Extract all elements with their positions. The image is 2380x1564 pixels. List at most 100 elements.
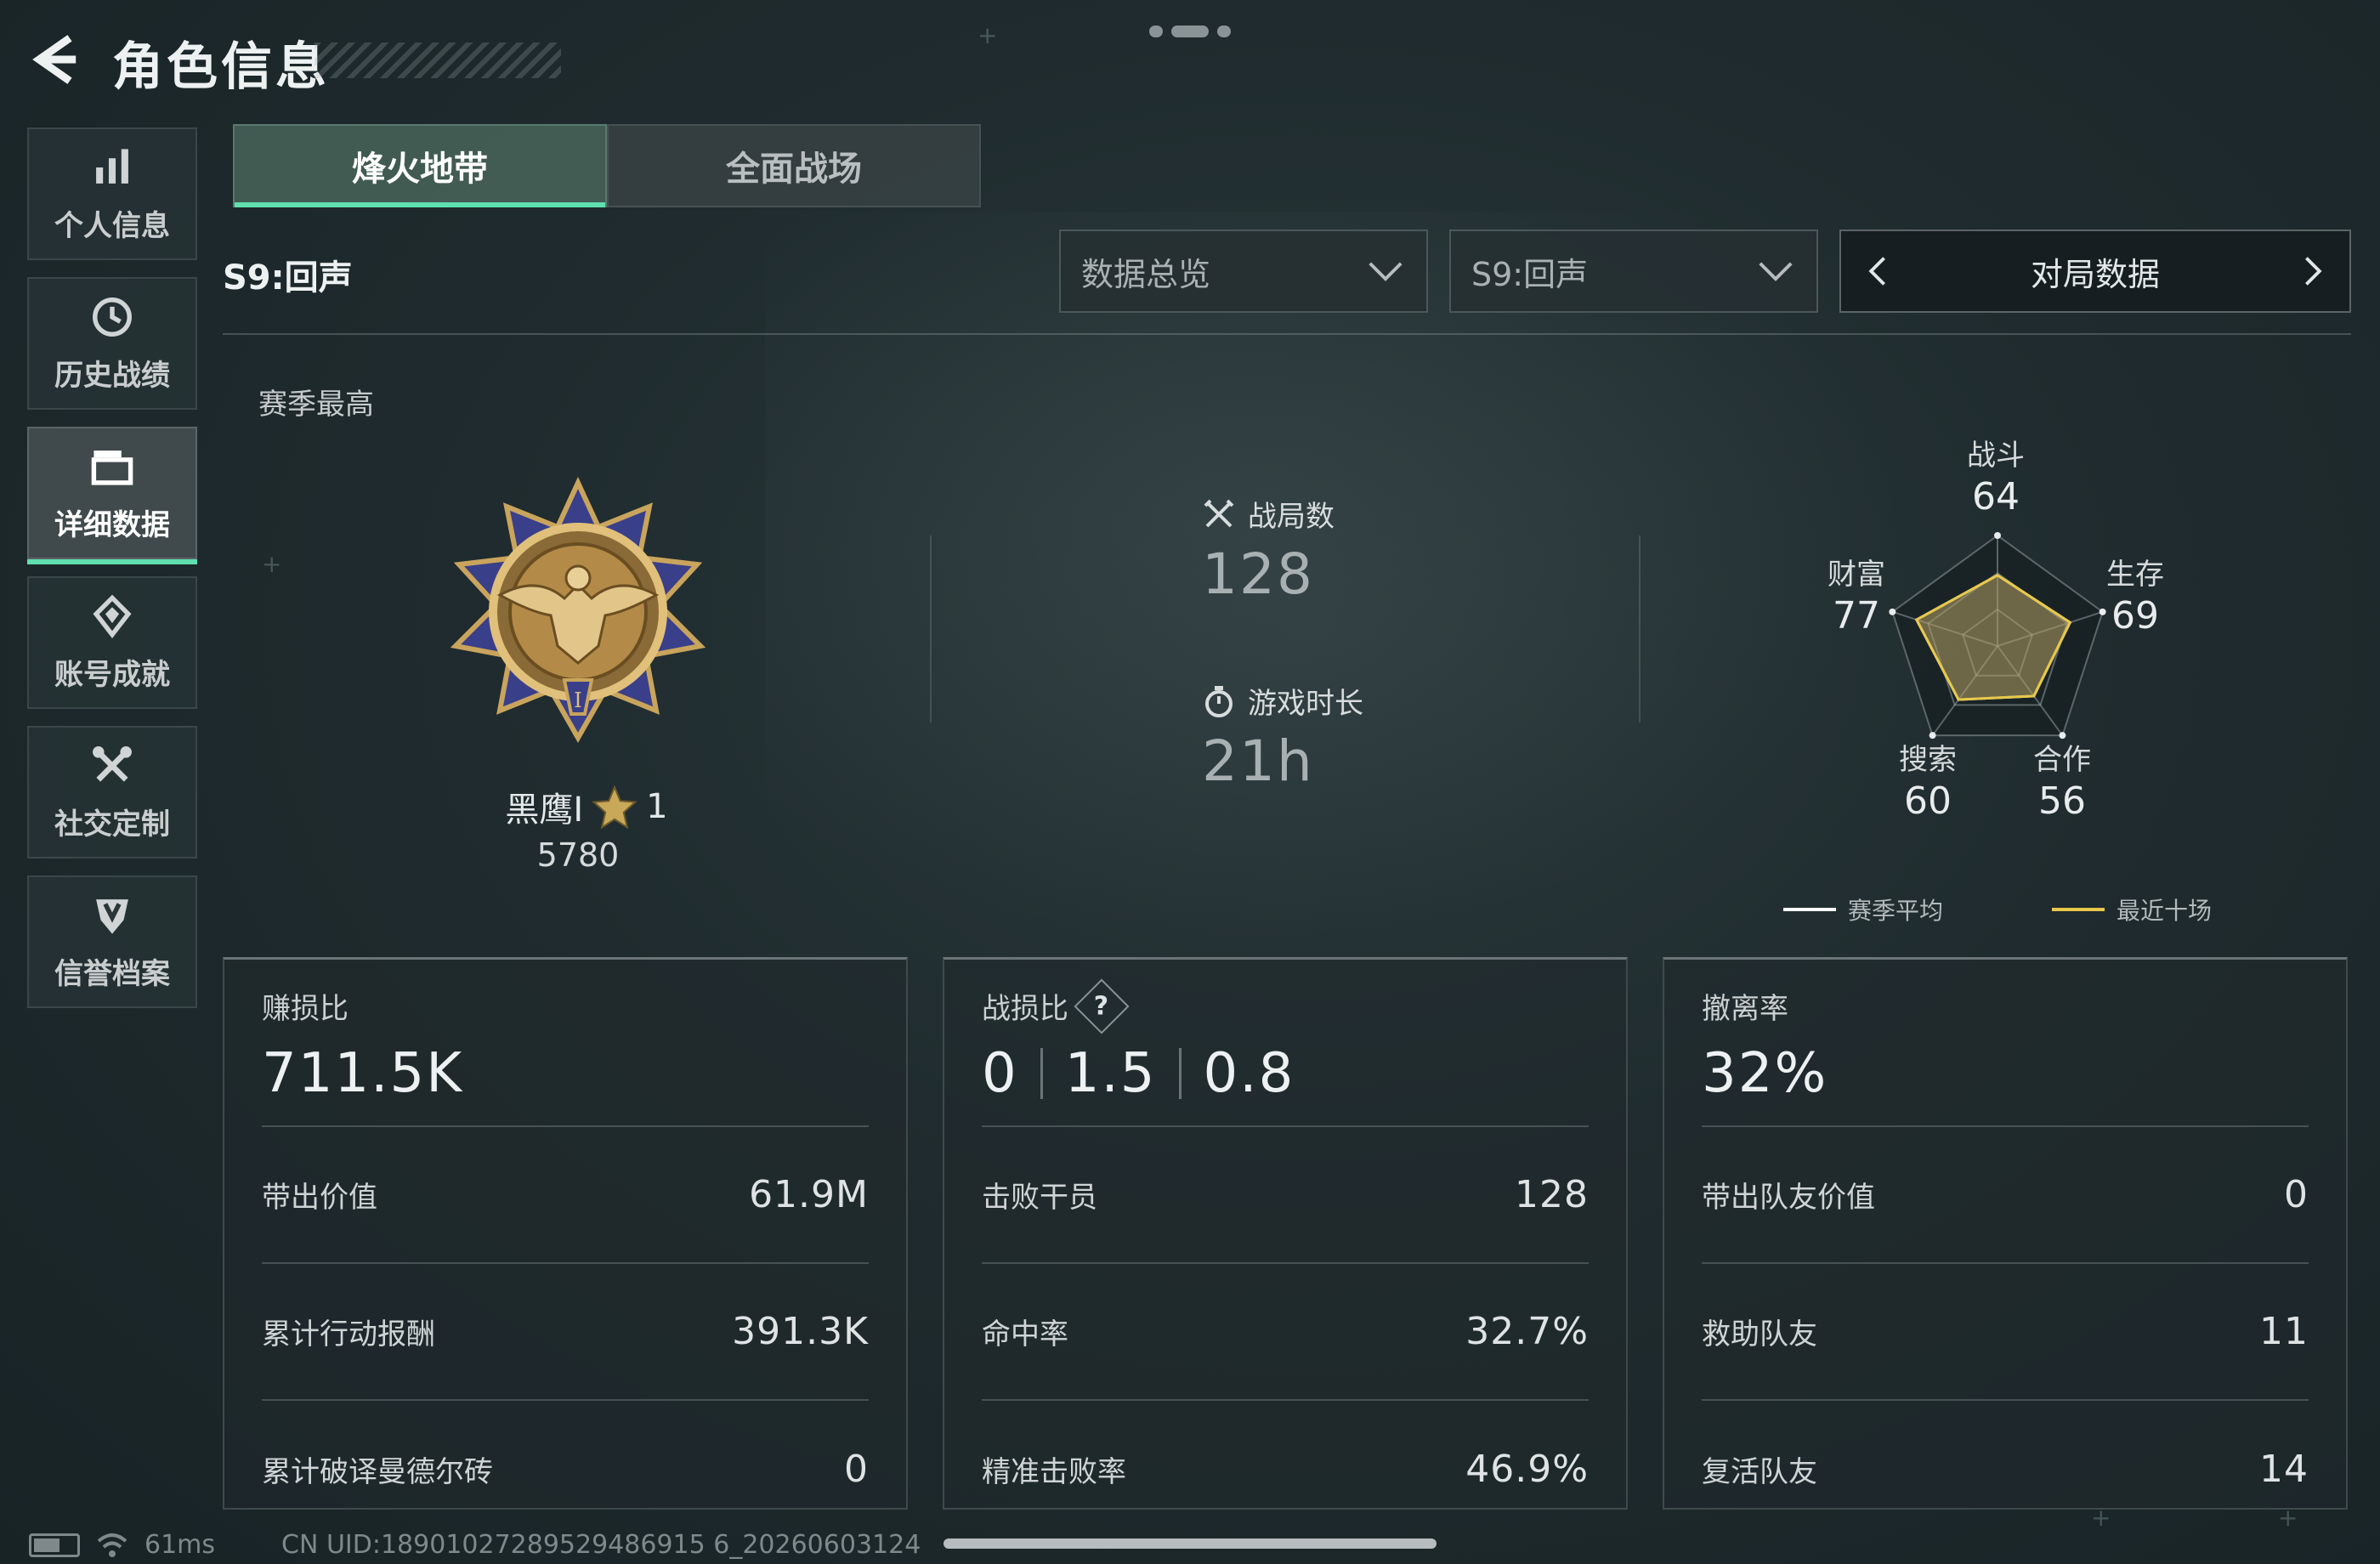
mode-tabs: 烽火地带 全面战场 [233, 124, 981, 207]
kd-value-1: 0 [982, 1042, 1018, 1105]
dropdown-value: 数据总览 [1081, 255, 1211, 293]
sidebar-item-label: 信誉档案 [54, 956, 170, 991]
stat-row: 精准击败率 46.9% [982, 1401, 1589, 1538]
pager-prev-button[interactable] [1853, 241, 1904, 301]
header-divider [223, 333, 2351, 335]
stopwatch-icon [1205, 685, 1232, 717]
sidebar-item-label: 社交定制 [54, 807, 170, 842]
stat-row: 累计破译曼德尔砖 0 [262, 1401, 869, 1538]
page-title: 角色信息 [112, 37, 330, 97]
card-main-value: 711.5K [262, 1042, 464, 1105]
back-button[interactable] [24, 29, 92, 97]
card-rows: 带出价值 61.9M 累计行动报酬 391.3K 累计破译曼德尔砖 0 [262, 1125, 869, 1538]
background-haze [765, 212, 1955, 978]
stat-label: 累计破译曼德尔砖 [262, 1455, 493, 1489]
overview-dropdown[interactable]: 数据总览 [1059, 230, 1428, 313]
stat-label: 击败干员 [982, 1181, 1097, 1215]
legend-label: 最近十场 [2116, 897, 2213, 925]
uid-text: CN UID:18901027289529486915 6_2026060312… [281, 1530, 921, 1560]
sidebar-item-label: 历史战绩 [54, 358, 170, 393]
svg-text:I: I [574, 688, 581, 712]
stat-label: 带出队友价值 [1702, 1181, 1875, 1215]
playtime-label: 游戏时长 [1248, 687, 1363, 721]
sidebar-item-history[interactable]: 历史战绩 [27, 277, 197, 410]
card-title: 赚损比 [262, 992, 348, 1026]
stat-value: 14 [2259, 1448, 2309, 1491]
radar-axis-name: 合作 [2033, 743, 2091, 777]
radar-axis-value: 77 [1833, 594, 1880, 638]
combat-card: 战损比 ? 0 1.5 0.8 击败干员 128 命中率 32.7% 精准击败率… [943, 957, 1628, 1510]
chevron-down-icon [1759, 262, 1793, 281]
radar-axis-value: 60 [1904, 779, 1952, 823]
rank-points: 5780 [536, 836, 620, 874]
pager-next-button[interactable] [2286, 241, 2338, 301]
matches-value: 128 [1202, 541, 1314, 607]
tab-warzone[interactable]: 烽火地带 [233, 124, 607, 207]
stat-value: 46.9% [1465, 1448, 1589, 1491]
chevron-right-icon [2305, 257, 2322, 286]
radar-label-search: 搜索 60 [1860, 736, 1996, 823]
rank-level: 1 [646, 787, 668, 826]
pager-value: 对局数据 [2030, 255, 2160, 293]
sidebar-item-label: 账号成就 [54, 657, 170, 692]
stat-value: 61.9M [749, 1173, 869, 1216]
radar-vertex-dot [1994, 532, 2001, 539]
sidebar-item-profile[interactable]: 个人信息 [27, 128, 197, 260]
card-title: 战损比 [982, 992, 1068, 1026]
legend-swatch [1783, 908, 1836, 911]
sidebar-item-achievements[interactable]: 账号成就 [27, 576, 197, 709]
stat-row: 带出价值 61.9M [262, 1127, 869, 1264]
stat-value: 11 [2259, 1310, 2309, 1353]
radar-axis-name: 生存 [2106, 558, 2164, 592]
card-main-value: 32% [1702, 1042, 1828, 1105]
stat-label: 复活队友 [1702, 1455, 1817, 1489]
section-divider [930, 536, 932, 722]
season-dropdown[interactable]: S9:回声 [1449, 230, 1818, 313]
radar-label-survival: 生存 69 [2067, 551, 2203, 638]
help-icon: ? [1094, 991, 1109, 1021]
sidebar: 个人信息 历史战绩 详细数据 账号成就 社交定制 信誉档案 [27, 128, 197, 1025]
stat-value: 0 [2284, 1173, 2309, 1216]
sidebar-item-details[interactable]: 详细数据 [27, 427, 197, 564]
stat-row: 带出队友价值 0 [1702, 1127, 2309, 1264]
legend-season-average: 赛季平均 [1783, 892, 1943, 926]
back-arrow-icon [32, 35, 76, 84]
crossed-swords-icon [1204, 499, 1234, 527]
home-indicator[interactable] [944, 1538, 1436, 1549]
sidebar-item-social[interactable]: 社交定制 [27, 726, 197, 858]
card-main-value: 0 1.5 0.8 [982, 1039, 1589, 1108]
bar-chart-icon [96, 148, 128, 184]
legend-swatch [2052, 908, 2105, 911]
history-clock-icon [93, 297, 132, 337]
stat-row: 复活队友 14 [1702, 1401, 2309, 1538]
extract-card: 撤离率 32% 带出队友价值 0 救助队友 11 复活队友 14 [1663, 957, 2348, 1510]
sidebar-item-label: 个人信息 [54, 208, 170, 243]
tab-battlefield[interactable]: 全面战场 [607, 124, 981, 207]
rank-row: 黑鹰I 1 [476, 782, 697, 831]
matches-label: 战局数 [1248, 500, 1334, 534]
kd-value-2: 1.5 [1064, 1042, 1157, 1105]
rank-name: 黑鹰I [505, 790, 584, 830]
sidebar-item-label: 详细数据 [54, 507, 170, 542]
kd-value-3: 0.8 [1203, 1042, 1295, 1105]
help-button[interactable]: ? [1074, 978, 1130, 1034]
title-decoration [314, 42, 561, 78]
section-divider [1639, 536, 1640, 722]
stat-label: 命中率 [982, 1318, 1068, 1352]
card-title: 撤离率 [1702, 992, 1788, 1026]
stat-label: 救助队友 [1702, 1318, 1817, 1352]
card-rows: 击败干员 128 命中率 32.7% 精准击败率 46.9% [982, 1125, 1589, 1538]
value-separator [1040, 1048, 1043, 1099]
shield-icon [96, 898, 128, 934]
season-best-title: 赛季最高 [258, 388, 374, 422]
sidebar-item-credit[interactable]: 信誉档案 [27, 876, 197, 1008]
stat-row: 击败干员 128 [982, 1127, 1589, 1264]
radar-axis-name: 财富 [1828, 558, 1885, 592]
legend-label: 赛季平均 [1848, 897, 1944, 925]
stat-row: 命中率 32.7% [982, 1264, 1589, 1401]
battery-icon [29, 1533, 80, 1557]
card-rows: 带出队友价值 0 救助队友 11 复活队友 14 [1702, 1125, 2309, 1538]
stat-label: 带出价值 [262, 1181, 377, 1215]
folder-icon [91, 450, 133, 485]
wifi-icon [97, 1533, 128, 1557]
